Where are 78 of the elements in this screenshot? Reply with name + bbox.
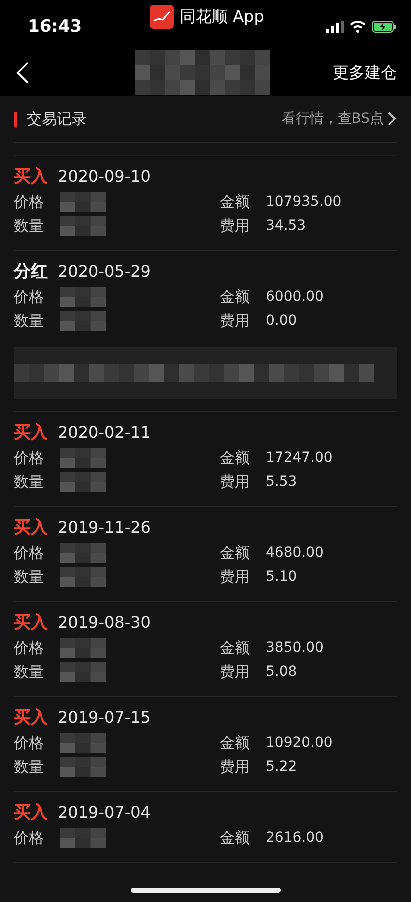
field-label: 数量 (14, 312, 45, 330)
pixelated-redaction (60, 216, 106, 236)
field-value: 10920.00 (266, 735, 334, 751)
transaction-type: 分红 (14, 260, 48, 282)
field-label: 数量 (14, 472, 45, 492)
field-label: 费用 (220, 312, 251, 330)
field-label: 金额 (220, 638, 251, 658)
field-label: 费用 (220, 216, 251, 236)
app-name: 同花顺 App (180, 6, 264, 28)
transaction-date: 2019-08-30 (58, 612, 151, 632)
field-label: 金额 (220, 192, 251, 212)
pixelated-redaction (60, 543, 106, 563)
transaction-type: 买入 (14, 612, 48, 634)
field-label: 金额 (220, 734, 251, 752)
transaction-date: 2019-11-26 (58, 518, 151, 536)
field-label: 价格 (14, 734, 45, 752)
pixelated-redaction (60, 662, 106, 682)
status-time: 16:43 (28, 17, 82, 37)
pixelated-redaction (60, 828, 106, 848)
field-value: 5.53 (266, 474, 298, 490)
field-value: 6000.00 (266, 289, 325, 305)
pixelated-redaction (60, 567, 106, 587)
field-label: 费用 (220, 758, 251, 776)
pixelated-redaction (60, 192, 106, 212)
pixelated-redaction (60, 472, 106, 492)
field-label: 价格 (14, 288, 45, 306)
pixelated-redaction (60, 638, 106, 658)
field-label: 金额 (220, 448, 251, 468)
transaction-type: 买入 (14, 706, 48, 728)
field-label: 价格 (14, 448, 45, 468)
field-value: 3850.00 (266, 640, 325, 656)
transaction-date: 2020-05-29 (58, 262, 151, 280)
transaction-type: 买入 (14, 166, 48, 188)
transaction-type: 买入 (14, 516, 48, 538)
field-value: 4680.00 (266, 545, 325, 561)
field-label: 数量 (14, 216, 45, 236)
field-label: 费用 (220, 568, 251, 586)
pixelated-redaction (60, 448, 106, 468)
field-value: 5.22 (266, 759, 298, 775)
app-logo-icon (150, 5, 174, 29)
transaction-type: 买入 (14, 422, 48, 444)
accent-bar (14, 112, 17, 126)
field-value: 5.10 (266, 569, 298, 585)
pixelated-redaction (60, 757, 106, 777)
pixelated-redaction (60, 733, 106, 753)
field-value: 17247.00 (266, 450, 334, 466)
transaction-date: 2019-07-15 (58, 708, 151, 726)
field-label: 数量 (14, 568, 45, 586)
field-label: 价格 (14, 638, 45, 658)
field-label: 价格 (14, 544, 45, 562)
transaction-type: 买入 (14, 802, 48, 824)
chevron-right-icon (388, 112, 397, 126)
field-value: 107935.00 (266, 194, 343, 210)
field-label: 数量 (14, 758, 45, 776)
field-label: 价格 (14, 828, 45, 848)
field-value: 5.08 (266, 664, 298, 680)
pixelated-redaction (60, 311, 106, 331)
field-label: 金额 (220, 828, 251, 848)
more-positions-link[interactable]: 更多建仓 (333, 62, 397, 84)
signal-icon (326, 21, 344, 33)
field-value: 2616.00 (266, 830, 325, 846)
back-icon[interactable] (16, 62, 30, 84)
field-value: 0.00 (266, 313, 298, 329)
field-label: 费用 (220, 472, 251, 492)
field-label: 金额 (220, 288, 251, 306)
section-title: 交易记录 (27, 110, 87, 128)
transaction-date: 2020-02-11 (58, 422, 151, 442)
wifi-icon (350, 21, 366, 33)
field-label: 费用 (220, 662, 251, 682)
pixelated-redaction (60, 287, 106, 307)
field-label: 数量 (14, 662, 45, 682)
chart-link[interactable]: 看行情，查BS点 (282, 110, 397, 128)
transaction-date: 2019-07-04 (58, 802, 151, 822)
battery-charging-icon (372, 21, 397, 33)
field-label: 价格 (14, 192, 45, 212)
field-value: 34.53 (266, 218, 308, 234)
field-label: 金额 (220, 544, 251, 562)
transaction-date: 2020-09-10 (58, 166, 151, 186)
